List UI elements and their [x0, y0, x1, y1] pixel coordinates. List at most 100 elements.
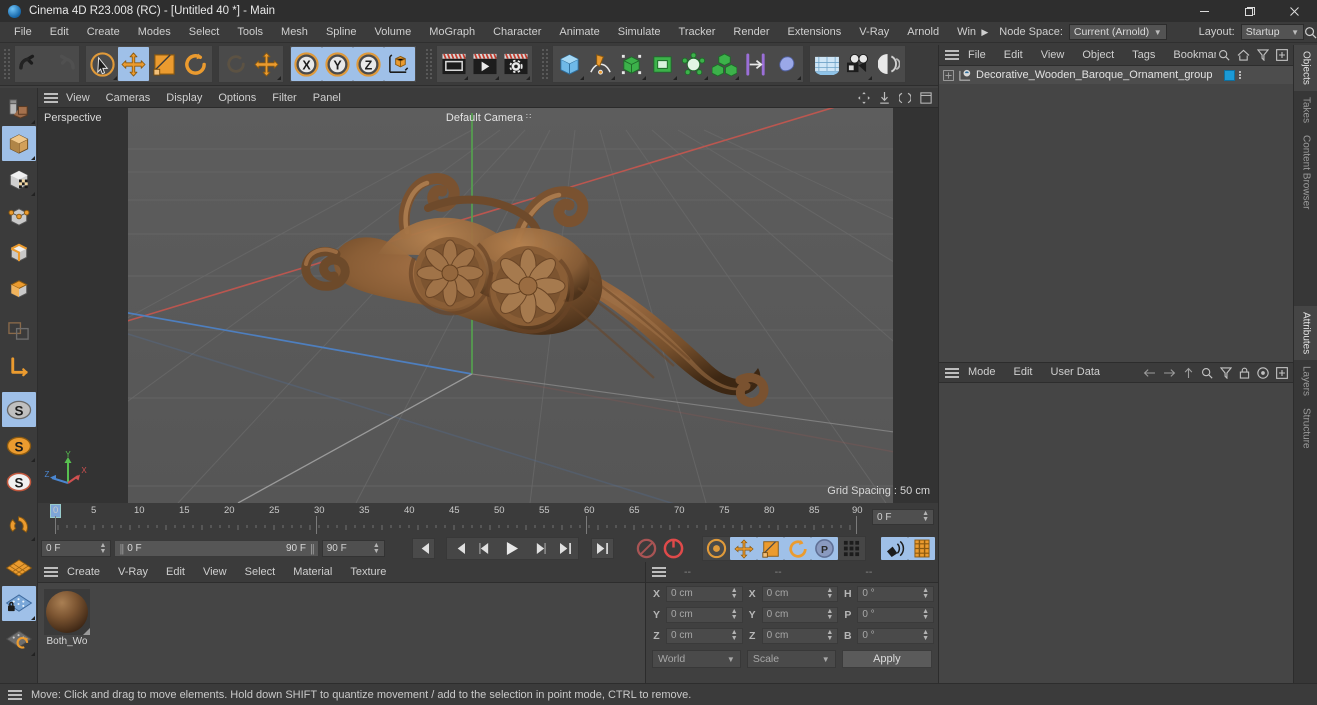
material-menu-select[interactable]: Select [236, 562, 285, 583]
make-editable-button[interactable] [2, 90, 36, 125]
coord-field-size-x[interactable]: 0 cm ▲ ▼ [761, 585, 839, 602]
add-panel-icon[interactable] [1276, 49, 1288, 61]
x-axis-toggle[interactable]: X [291, 47, 322, 81]
filter-icon[interactable] [1257, 49, 1269, 61]
rotation-key-button[interactable] [784, 537, 811, 560]
coord-field-size-z[interactable]: 0 cm ▲ ▼ [761, 627, 839, 644]
tab-takes[interactable]: Takes [1294, 91, 1317, 129]
edge-mode-button[interactable] [2, 234, 36, 269]
maximize-button[interactable] [1227, 0, 1272, 22]
back-arrow-icon[interactable] [1143, 368, 1156, 378]
timeline-strip-button[interactable] [908, 537, 935, 560]
menu-overflow-arrow-icon[interactable]: ▶ [976, 27, 993, 38]
position-key-button[interactable] [730, 537, 757, 560]
viewport-menu-view[interactable]: View [58, 88, 98, 108]
material-menu-edit[interactable]: Edit [157, 562, 194, 583]
node-space-select[interactable]: Current (Arnold) ▼ [1068, 24, 1167, 40]
tab-objects[interactable]: Objects [1294, 45, 1317, 91]
up-arrow-icon[interactable] [1183, 367, 1194, 379]
close-button[interactable] [1272, 0, 1317, 22]
menu-item-window[interactable]: Window [948, 22, 976, 43]
menu-item-arnold[interactable]: Arnold [898, 22, 948, 43]
attributes-menu-mode[interactable]: Mode [959, 362, 1005, 383]
render-view-button[interactable] [438, 47, 469, 81]
viewport-menu-display[interactable]: Display [158, 88, 210, 108]
step-back-button[interactable] [472, 538, 497, 559]
add-generator-button[interactable] [616, 47, 647, 81]
add-cube-button[interactable] [554, 47, 585, 81]
search-icon[interactable] [1304, 26, 1317, 39]
step-forward-button[interactable] [528, 538, 553, 559]
attributes-menu-user-data[interactable]: User Data [1042, 362, 1110, 383]
search-icon[interactable] [1218, 49, 1230, 61]
material-menu-texture[interactable]: Texture [341, 562, 395, 583]
rotate-view-icon[interactable] [899, 92, 911, 104]
spinner-icon[interactable]: ▲ ▼ [100, 542, 107, 555]
scale-tool-button[interactable] [149, 47, 180, 81]
param-key-button[interactable]: P [811, 537, 838, 560]
search-icon[interactable] [1201, 367, 1213, 379]
lock-icon[interactable] [1239, 367, 1250, 379]
menu-item-character[interactable]: Character [484, 22, 550, 43]
add-light-button[interactable] [873, 47, 904, 81]
forward-arrow-icon[interactable] [1163, 368, 1176, 378]
status-menu-icon[interactable] [8, 689, 22, 700]
rotate-tool-button[interactable] [180, 47, 211, 81]
menu-item-create[interactable]: Create [78, 22, 129, 43]
grid-visible-button[interactable] [2, 550, 36, 585]
viewport-menu-panel[interactable]: Panel [305, 88, 349, 108]
render-settings-button[interactable] [500, 47, 531, 81]
move-tool-button[interactable] [118, 47, 149, 81]
range-handle-right[interactable]: || [310, 543, 315, 555]
menu-item-simulate[interactable]: Simulate [609, 22, 670, 43]
menu-item-tools[interactable]: Tools [228, 22, 272, 43]
point-level-animation-button[interactable] [838, 537, 865, 560]
menu-item-select[interactable]: Select [180, 22, 229, 43]
target-icon[interactable] [1257, 366, 1269, 379]
toolbar-grip[interactable] [3, 48, 12, 80]
quantize-button[interactable]: S [2, 464, 36, 499]
render-picture-viewer-button[interactable] [469, 47, 500, 81]
redo-button[interactable] [47, 47, 78, 81]
material-menu-material[interactable]: Material [284, 562, 341, 583]
scale-key-button[interactable] [757, 537, 784, 560]
lock-workplane-button[interactable] [1, 586, 36, 621]
tag-dots-icon[interactable] [1239, 71, 1242, 79]
coordinate-mode-select[interactable]: Scale ▼ [746, 650, 836, 668]
expand-icon[interactable] [943, 69, 954, 81]
zoom-icon[interactable] [879, 91, 890, 104]
material-list[interactable]: Both_Wo [38, 583, 645, 683]
add-modeling-object-button[interactable] [647, 47, 678, 81]
add-sky-button[interactable] [811, 47, 842, 81]
object-menu-view[interactable]: View [1032, 45, 1074, 66]
object-manager-tree[interactable]: Decorative_Wooden_Baroque_Ornament_group [939, 66, 1293, 362]
coordinate-system-select[interactable]: World ▼ [652, 650, 741, 668]
add-mograph-cloner-button[interactable] [709, 47, 740, 81]
menu-item-volume[interactable]: Volume [366, 22, 421, 43]
y-axis-toggle[interactable]: Y [322, 47, 353, 81]
magnet-button[interactable] [2, 507, 36, 542]
object-menu-object[interactable]: Object [1073, 45, 1123, 66]
polygon-mode-button[interactable] [2, 270, 36, 305]
material-menu-create[interactable]: Create [58, 562, 109, 583]
tab-attributes[interactable]: Attributes [1294, 305, 1317, 360]
menu-item-modes[interactable]: Modes [129, 22, 180, 43]
add-spline-button[interactable] [585, 47, 616, 81]
object-menu-file[interactable]: File [959, 45, 995, 66]
attributes-menu-icon[interactable] [945, 367, 959, 378]
menu-item-extensions[interactable]: Extensions [778, 22, 850, 43]
z-axis-toggle[interactable]: Z [353, 47, 384, 81]
start-frame-field[interactable]: 0 F ▲ ▼ [41, 540, 112, 557]
go-to-start-button[interactable] [411, 538, 435, 559]
attributes-menu-edit[interactable]: Edit [1005, 362, 1042, 383]
viewport-3d[interactable]: Perspective Default Camera ∷ Grid Spacing… [38, 108, 938, 503]
coord-field-rot-p[interactable]: 0 ° ▲ ▼ [857, 606, 935, 623]
object-menu-tags[interactable]: Tags [1123, 45, 1164, 66]
workplane-axis-button[interactable] [2, 349, 36, 384]
coord-field-pos-z[interactable]: 0 cm ▲ ▼ [666, 627, 743, 644]
menu-item-mesh[interactable]: Mesh [272, 22, 317, 43]
enable-axis-modification-button[interactable]: S [1, 392, 36, 427]
baroque-ornament-model[interactable] [278, 138, 798, 428]
coord-field-size-y[interactable]: 0 cm ▲ ▼ [761, 606, 839, 623]
apply-button[interactable]: Apply [841, 650, 932, 668]
